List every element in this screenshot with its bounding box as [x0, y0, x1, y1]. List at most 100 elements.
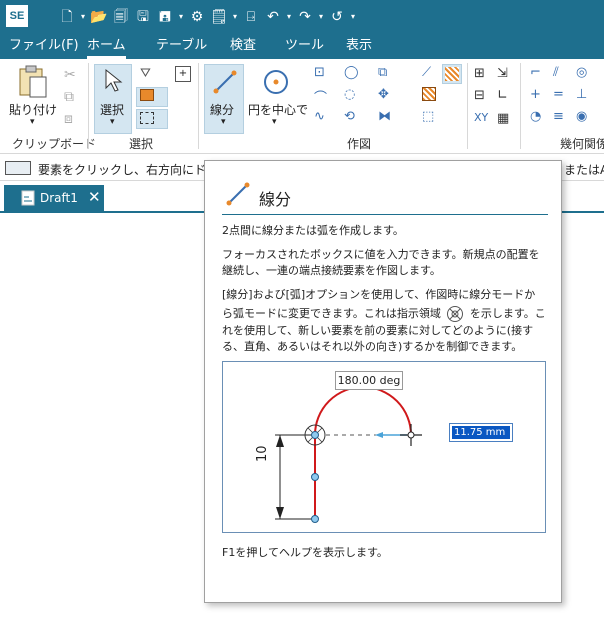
line-mid-point — [311, 473, 319, 481]
ribbon-tabs: ファイル(F) ホーム テーブル 検査 ツール 表示 — [0, 34, 604, 59]
door-exit-icon[interactable]: ⍈ — [240, 6, 262, 28]
dashed-circle-icon[interactable]: ◌ — [344, 87, 355, 102]
quick-access-toolbar: SE 🗋 ▾ 📂 🗐 🖫 🖪 ▾ ⚙ 🗒 ▾ ⍈ ↶ ▾ ↷ ▾ ↺ ▾ — [0, 0, 604, 34]
tab-table[interactable]: テーブル — [156, 34, 207, 59]
chevron-down-icon[interactable]: ▾ — [110, 117, 115, 127]
customize-dropdown-icon[interactable]: ▾ — [348, 6, 358, 28]
filter-funnel-icon[interactable]: ⛛ — [140, 66, 151, 81]
settings-gear-icon[interactable]: ⚙ — [186, 6, 208, 28]
align-icon[interactable]: ⊟ — [474, 88, 485, 103]
cursor-crosshair-center — [407, 431, 415, 439]
intersect-relation-icon[interactable]: + — [530, 87, 541, 102]
paste-button[interactable]: 貼り付け — [9, 101, 57, 118]
cursor-arrow-icon — [105, 68, 123, 92]
fence-select-icon[interactable]: + — [175, 66, 191, 82]
tooltip-description: 2点間に線分または弧を作成します。 — [222, 224, 404, 237]
copy-format-icon: ⧈ — [64, 111, 73, 127]
rigid-relation-icon[interactable]: ◉ — [576, 109, 587, 124]
chevron-down-icon[interactable]: ▾ — [316, 6, 326, 28]
corner-icon[interactable]: ∟ — [497, 88, 508, 103]
chevron-down-icon[interactable]: ▾ — [176, 6, 186, 28]
move-icon[interactable]: ✥ — [378, 87, 389, 102]
tab-tools[interactable]: ツール — [285, 34, 324, 59]
undo-icon[interactable]: ↶ — [262, 6, 284, 28]
group-separator — [198, 63, 199, 149]
tooltip-paragraph-3-line-2b: を示します。こ — [469, 307, 546, 320]
chevron-down-icon[interactable]: ▾ — [230, 6, 240, 28]
chevron-down-icon[interactable]: ▾ — [272, 117, 277, 127]
tooltip-title: 線分 — [259, 190, 292, 209]
tab-home[interactable]: ホーム — [87, 34, 126, 59]
horizontal-vertical-relation-icon[interactable]: ⊥ — [576, 87, 587, 102]
chevron-down-icon[interactable]: ▾ — [30, 117, 35, 127]
dimension-icon[interactable]: ⟋ — [422, 65, 431, 80]
cut-icon: ✂ — [64, 67, 76, 83]
angle-value-box: 180.00 deg — [335, 371, 403, 390]
concentric-relation-icon[interactable]: ◎ — [576, 65, 587, 80]
copy-icon: ⧉ — [64, 89, 74, 105]
tooltip-paragraph-2-line-2: 継続し、一連の端点接続要素を作図します。 — [222, 264, 441, 277]
chevron-down-icon[interactable]: ▾ — [78, 6, 88, 28]
offset-icon[interactable]: ⟲ — [344, 109, 355, 124]
ellipse-icon[interactable]: ◯ — [344, 65, 359, 80]
group-label-select: 選択 — [129, 137, 154, 151]
save-icon[interactable]: 🖫 — [132, 6, 154, 28]
hatch-icon — [445, 67, 459, 81]
save-as-icon[interactable]: 🖪 — [154, 6, 176, 28]
chevron-down-icon[interactable]: ▾ — [284, 6, 294, 28]
red-arc — [314, 386, 412, 436]
line-label: 線分 — [210, 103, 235, 117]
line-arc-diagram: 10 180.00 deg 11.75 mm — [222, 361, 546, 533]
line-end-point — [311, 515, 319, 523]
prompt-text-right: またはA — [564, 163, 604, 177]
parallel-relation-icon[interactable]: ⫽ — [553, 65, 559, 80]
group-separator — [520, 63, 521, 149]
tooltip-paragraph-3-line-1: [線分]および[弧]オプションを使用して、作図時に線分モードか — [222, 288, 536, 301]
circle-by-center-icon[interactable] — [262, 68, 290, 96]
document-tab-draft1[interactable]: Draft1 ✕ — [4, 185, 104, 211]
new-file-icon[interactable]: 🗋 — [56, 6, 78, 28]
tangent-relation-icon[interactable]: ◔ — [530, 109, 541, 124]
tooltip-paragraph-3-line-3: れを使用して、新しい要素を前の要素に対してどのように(接す — [222, 324, 534, 337]
fill-icon[interactable]: ⬚ — [422, 109, 434, 124]
symmetric-relation-icon[interactable]: ≡ — [553, 109, 564, 124]
chevron-down-icon[interactable]: ▾ — [221, 117, 226, 127]
close-icon[interactable]: ✕ — [88, 188, 101, 206]
trim-icon[interactable]: ⧉ — [378, 65, 387, 80]
draft-document-icon — [21, 190, 35, 206]
dimension-arrow-bottom — [276, 507, 284, 519]
grid-options-icon[interactable]: ▦ — [497, 111, 509, 126]
curve-icon[interactable]: ∿ — [314, 109, 325, 124]
redo-icon[interactable]: ↷ — [294, 6, 316, 28]
group-label-draw: 作図 — [347, 137, 372, 151]
length-input-box[interactable]: 11.75 mm — [449, 423, 513, 442]
intent-zone-icon — [447, 306, 464, 322]
mirror-icon[interactable]: ⧓ — [378, 109, 391, 124]
length-input-value: 11.75 mm — [452, 426, 510, 439]
equal-relation-icon[interactable]: = — [553, 87, 564, 102]
document-tab-label: Draft1 — [40, 191, 78, 205]
tooltip-help-hint: F1を押してヘルプを表示します。 — [222, 546, 388, 559]
prompt-text: 要素をクリックし、右方向にドラッ — [38, 163, 231, 177]
circle-by-center-label[interactable]: 円を中心で — [248, 101, 308, 118]
tooltip-paragraph-3-line-2a: ら弧モードに変更できます。これは指示領域 — [222, 307, 441, 320]
rectangle-icon[interactable]: ⊡ — [314, 65, 325, 80]
paste-icon[interactable] — [16, 65, 50, 99]
tab-file[interactable]: ファイル(F) — [9, 34, 79, 59]
app-logo[interactable]: SE — [6, 5, 28, 27]
repeat-icon[interactable]: ↺ — [326, 6, 348, 28]
arc-start-point — [311, 431, 319, 439]
tooltip-paragraph-3-line-4: る、直角、あるいはそれ以外の向き)するかを制御できます。 — [222, 340, 523, 353]
open-recent-icon[interactable]: 🗐 — [110, 6, 132, 28]
dimension-value-label: 10 — [255, 445, 270, 462]
open-folder-icon[interactable]: 📂 — [88, 6, 110, 28]
xy-coordinate-button[interactable]: XY — [474, 111, 488, 124]
tab-view[interactable]: 表示 — [346, 34, 372, 59]
arc-icon[interactable]: ⌒ — [314, 87, 327, 106]
tab-inspect[interactable]: 検査 — [230, 34, 256, 59]
point-grid-icon[interactable]: ⊞ — [474, 66, 485, 81]
fill-hatch-icon[interactable] — [422, 87, 436, 101]
cursor-point-icon[interactable]: ⇲ — [497, 66, 508, 81]
clipboard-icon[interactable]: 🗒 — [208, 6, 230, 28]
connect-relation-icon[interactable]: ⌐ — [530, 65, 541, 80]
